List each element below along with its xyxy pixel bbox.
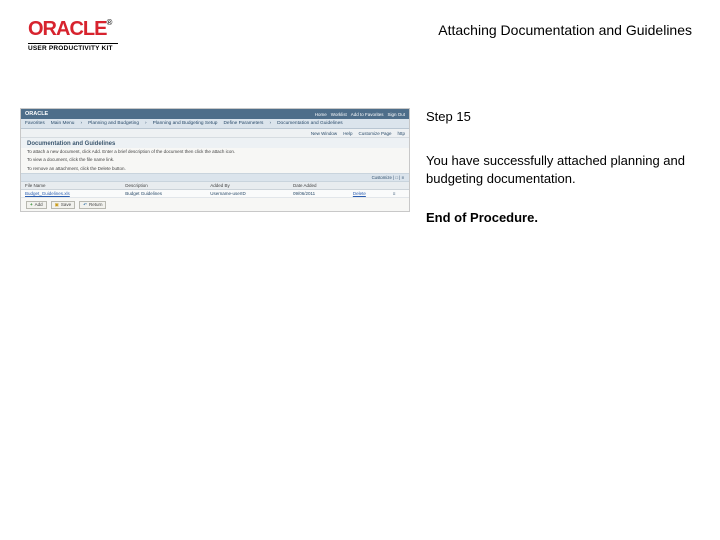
toplink[interactable]: Sign Out (387, 112, 405, 117)
ss-subbar: New Window Help Customize Page http (21, 129, 409, 138)
col-header: Date Added (289, 182, 349, 190)
return-icon: ↶ (83, 202, 87, 208)
ss-section-title: Documentation and Guidelines (21, 138, 409, 148)
instruction-column: Step 15 You have successfully attached p… (426, 108, 692, 227)
step-label: Step 15 (426, 108, 692, 126)
ss-table: File Name Description Added By Date Adde… (21, 182, 409, 198)
table-header-row: File Name Description Added By Date Adde… (21, 182, 409, 190)
oracle-logo-text: ORACLE (28, 18, 106, 40)
delete-link[interactable]: Delete (349, 189, 389, 197)
breadcrumb[interactable]: Planning and Budgeting Setup (153, 121, 218, 126)
btn-label: Save (61, 202, 71, 207)
cell[interactable]: ≡ (389, 189, 409, 197)
cell: Username-userID (206, 189, 289, 197)
document-title: Attaching Documentation and Guidelines (438, 22, 692, 38)
ss-desc: To view a document, click the file name … (21, 156, 409, 164)
plus-icon: + (30, 202, 33, 207)
cell: 09/06/2011 (289, 189, 349, 197)
save-icon: ▣ (55, 202, 59, 208)
col-header: File Name (21, 182, 121, 190)
ss-customize-bar[interactable]: Customize | □ | ≡ (21, 173, 409, 182)
ss-brand: ORACLE (25, 111, 48, 117)
subbar-link[interactable]: http (397, 131, 405, 136)
save-button[interactable]: ▣Save (51, 201, 76, 209)
tm-symbol: ® (106, 18, 111, 27)
ss-desc: To attach a new document, click Add. Ent… (21, 148, 409, 156)
ss-toplinks: Home Worklist Add to Favorites Sign Out (315, 112, 405, 117)
breadcrumb[interactable]: Main Menu (51, 121, 75, 126)
end-of-procedure: End of Procedure. (426, 209, 692, 227)
toplink[interactable]: Home (315, 112, 327, 117)
btn-label: Return (89, 202, 103, 207)
breadcrumb[interactable]: Favorites (25, 121, 45, 126)
table-row: Budget_Guidelines.xls Budget Guidelines … (21, 189, 409, 197)
logo-block: ORACLE® USER PRODUCTIVITY KIT (28, 18, 118, 52)
cell: Budget Guidelines (121, 189, 206, 197)
page-header: ORACLE® USER PRODUCTIVITY KIT Attaching … (28, 18, 692, 52)
step-body: You have successfully attached planning … (426, 152, 692, 188)
file-name-link[interactable]: Budget_Guidelines.xls (21, 189, 121, 197)
app-screenshot: ORACLE Home Worklist Add to Favorites Si… (20, 108, 410, 212)
add-button[interactable]: +Add (26, 201, 47, 209)
col-header (349, 182, 389, 190)
toplink[interactable]: Worklist (331, 112, 347, 117)
ss-actions: +Add ▣Save ↶Return (21, 198, 409, 212)
subbar-link[interactable]: New Window (311, 131, 337, 136)
ss-toolbar: Favorites Main Menu › Planning and Budge… (21, 119, 409, 129)
ss-desc: To remove an attachment, click the Delet… (21, 165, 409, 173)
col-header: Added By (206, 182, 289, 190)
breadcrumb[interactable]: Planning and Budgeting (88, 121, 139, 126)
return-button[interactable]: ↶Return (79, 201, 106, 209)
subbar-link[interactable]: Help (343, 131, 352, 136)
breadcrumb[interactable]: Define Parameters (223, 121, 263, 126)
col-header: Description (121, 182, 206, 190)
col-header (389, 182, 409, 190)
ss-topbar: ORACLE Home Worklist Add to Favorites Si… (21, 109, 409, 119)
subbar-link[interactable]: Customize Page (358, 131, 391, 136)
breadcrumb[interactable]: Documentation and Guidelines (277, 121, 343, 126)
oracle-logo: ORACLE® (28, 18, 118, 44)
toplink[interactable]: Add to Favorites (351, 112, 384, 117)
upk-label: USER PRODUCTIVITY KIT (28, 45, 118, 52)
btn-label: Add (35, 202, 43, 207)
